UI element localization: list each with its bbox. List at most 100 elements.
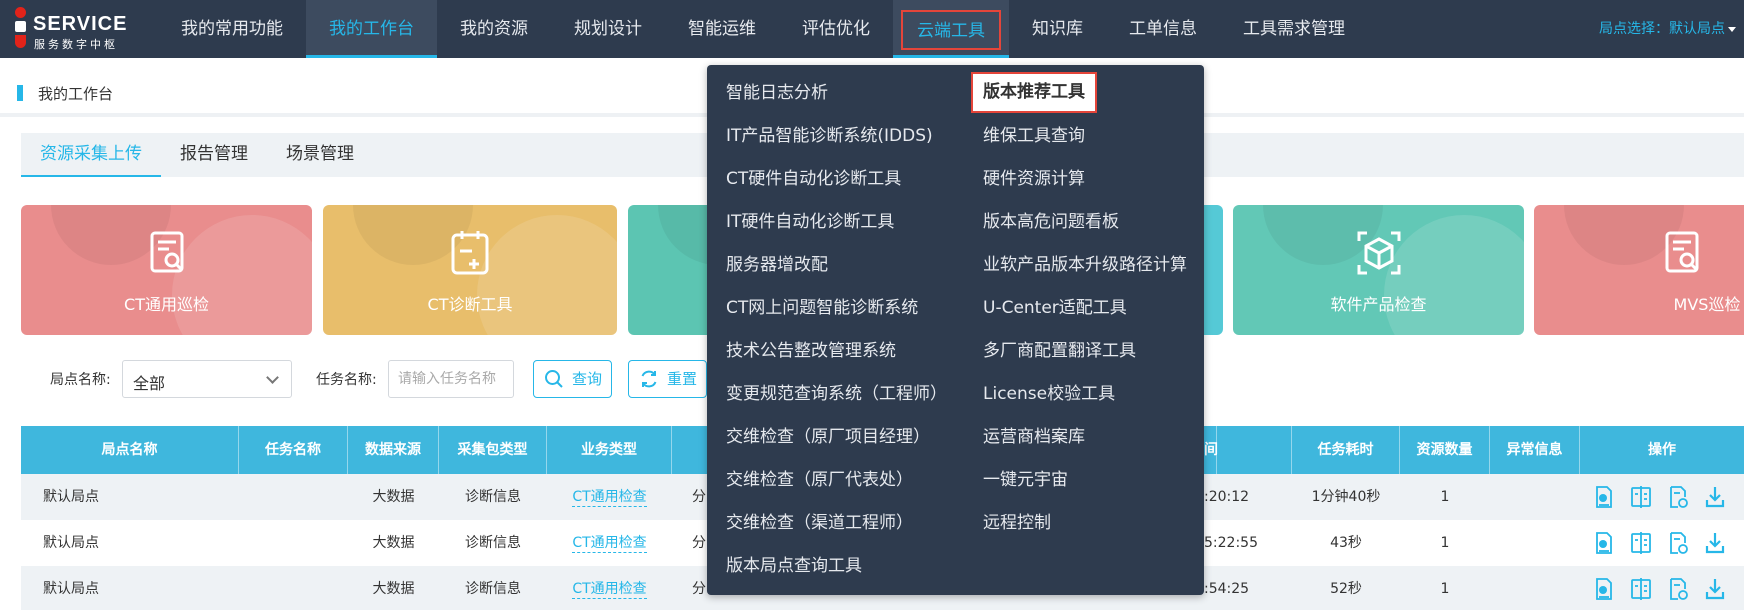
card-label: 软件产品检查 (1330, 295, 1427, 314)
logo-subtitle: 服务数字中枢 (34, 38, 118, 51)
cell-package: 诊断信息 (465, 535, 521, 551)
download-icon[interactable] (1704, 531, 1726, 555)
cell-count: 1 (1440, 581, 1450, 597)
cell-package: 诊断信息 (465, 581, 521, 597)
col-data-source[interactable]: 数据来源 (348, 426, 439, 474)
task-name-input[interactable] (388, 360, 514, 398)
page-title: 我的工作台 (38, 85, 114, 103)
menu-item-tech-bulletin[interactable]: 技术公告整改管理系统 (726, 339, 896, 363)
menu-item-version-site-query[interactable]: 版本局点查询工具 (726, 554, 862, 578)
col-resource-count[interactable]: 资源数量 (1400, 426, 1490, 474)
nav-item-tool-requests[interactable]: 工具需求管理 (1220, 0, 1368, 58)
nav-item-cloud-tools-label: 云端工具 (901, 10, 1001, 50)
menu-item-hw-resource-calc[interactable]: 硬件资源计算 (983, 167, 1085, 191)
menu-item-upgrade-path[interactable]: 业软产品版本升级路径计算 (983, 253, 1187, 277)
site-name-select[interactable]: 全部 (122, 360, 292, 398)
cell-time: :20:12 (1204, 489, 1250, 505)
col-task-name[interactable]: 任务名称 (239, 426, 348, 474)
reanalyze-icon[interactable] (1667, 485, 1689, 509)
cell-source: 大数据 (372, 489, 415, 505)
col-duration[interactable]: 任务耗时 (1292, 426, 1400, 474)
menu-item-license-check[interactable]: License校验工具 (983, 382, 1115, 406)
business-type-link[interactable]: CT通用检查 (572, 580, 647, 599)
main-nav: 我的常用功能 我的工作台 我的资源 规划设计 智能运维 评估优化 云端工具 知识… (158, 0, 1368, 58)
view-report-icon[interactable] (1593, 485, 1615, 509)
query-button[interactable]: 查询 (533, 360, 612, 398)
logo-mark-icon (14, 7, 27, 51)
cell-business: CT通用检查 (547, 520, 672, 566)
business-type-link[interactable]: CT通用检查 (572, 488, 647, 507)
menu-item-remote-control[interactable]: 远程控制 (983, 511, 1051, 535)
menu-item-handover-office[interactable]: 交维检查（原厂代表处） (726, 468, 913, 492)
clipboard-add-icon (451, 231, 489, 275)
reanalyze-icon[interactable] (1667, 531, 1689, 555)
download-icon[interactable] (1704, 577, 1726, 601)
menu-item-change-spec[interactable]: 变更规范查询系统（工程师） (726, 382, 947, 406)
nav-item-workbench[interactable]: 我的工作台 (306, 0, 437, 58)
col-package-type[interactable]: 采集包类型 (439, 426, 547, 474)
cell-source: 大数据 (372, 581, 415, 597)
download-icon[interactable] (1704, 485, 1726, 509)
tab-report-management[interactable]: 报告管理 (161, 133, 267, 177)
nav-item-knowledge[interactable]: 知识库 (1009, 0, 1106, 58)
nav-item-cloud-tools[interactable]: 云端工具 (893, 0, 1009, 58)
card-hidden-1[interactable] (628, 205, 708, 335)
menu-item-handover-channel[interactable]: 交维检查（渠道工程师） (726, 511, 913, 535)
cell-duration: 43秒 (1330, 535, 1362, 551)
cell-duration: 1分钟40秒 (1311, 489, 1381, 505)
card-hidden-2[interactable] (1204, 205, 1223, 335)
tab-resource-upload[interactable]: 资源采集上传 (21, 133, 161, 177)
menu-item-ct-online-diagnosis[interactable]: CT网上问题智能诊断系统 (726, 296, 918, 320)
cloud-tools-menu: 智能日志分析 IT产品智能诊断系统(IDDS) CT硬件自动化诊断工具 IT硬件… (707, 65, 1204, 595)
reset-button[interactable]: 重置 (628, 360, 707, 398)
menu-item-ct-hw-diagnosis[interactable]: CT硬件自动化诊断工具 (726, 167, 901, 191)
chevron-down-icon (266, 371, 279, 384)
menu-item-warranty-query[interactable]: 维保工具查询 (983, 124, 1085, 148)
nav-item-resources[interactable]: 我的资源 (437, 0, 551, 58)
site-select-label: 局点选择：默认局点 (1599, 21, 1725, 37)
business-type-link[interactable]: CT通用检查 (572, 534, 647, 553)
col-site-name[interactable]: 局点名称 (21, 426, 239, 474)
menu-item-multivendor-translate[interactable]: 多厂商配置翻译工具 (983, 339, 1136, 363)
compare-icon[interactable] (1630, 485, 1652, 509)
col-time[interactable]: 间 (1204, 426, 1292, 474)
tab-scene-management[interactable]: 场景管理 (267, 133, 373, 177)
menu-item-idds[interactable]: IT产品智能诊断系统(IDDS) (726, 124, 933, 148)
cell-site: 默认局点 (43, 535, 99, 551)
cell-package: 诊断信息 (465, 489, 521, 505)
nav-item-tickets[interactable]: 工单信息 (1106, 0, 1220, 58)
menu-item-high-risk-board[interactable]: 版本高危问题看板 (983, 210, 1119, 234)
nav-item-smart-ops[interactable]: 智能运维 (665, 0, 779, 58)
col-exception[interactable]: 异常信息 (1490, 426, 1580, 474)
service-logo[interactable]: SERVICE 服务数字中枢 (14, 7, 134, 51)
compare-icon[interactable] (1630, 577, 1652, 601)
breadcrumb-marker (17, 85, 23, 101)
row-actions (1593, 577, 1744, 601)
site-select[interactable]: 局点选择：默认局点 (1599, 0, 1736, 58)
menu-item-ucenter-adapt[interactable]: U-Center适配工具 (983, 296, 1127, 320)
menu-item-version-recommend[interactable]: 版本推荐工具 (971, 72, 1097, 113)
cell-count: 1 (1440, 535, 1450, 551)
menu-item-carrier-archive[interactable]: 运营商档案库 (983, 425, 1085, 449)
card-label: CT诊断工具 (427, 295, 513, 314)
card-ct-inspection[interactable]: CT通用巡检 (21, 205, 312, 335)
view-report-icon[interactable] (1593, 531, 1615, 555)
menu-item-server-config[interactable]: 服务器增改配 (726, 253, 828, 277)
cell-time: 5:22:55 (1204, 535, 1258, 551)
nav-item-planning[interactable]: 规划设计 (551, 0, 665, 58)
card-software-check[interactable]: 软件产品检查 (1233, 205, 1524, 335)
compare-icon[interactable] (1630, 531, 1652, 555)
menu-item-metaverse[interactable]: 一键元宇宙 (983, 468, 1068, 492)
menu-item-it-hw-diagnosis[interactable]: IT硬件自动化诊断工具 (726, 210, 894, 234)
col-business-type[interactable]: 业务类型 (547, 426, 672, 474)
view-report-icon[interactable] (1593, 577, 1615, 601)
cell-site: 默认局点 (43, 581, 99, 597)
reanalyze-icon[interactable] (1667, 577, 1689, 601)
menu-item-handover-pm[interactable]: 交维检查（原厂项目经理） (726, 425, 930, 449)
card-mvs-inspection[interactable]: MVS巡检 (1534, 205, 1744, 335)
card-ct-diagnosis[interactable]: CT诊断工具 (323, 205, 617, 335)
site-name-value: 全部 (133, 374, 166, 393)
nav-item-evaluation[interactable]: 评估优化 (779, 0, 893, 58)
menu-item-log-analysis[interactable]: 智能日志分析 (726, 81, 828, 105)
nav-item-common[interactable]: 我的常用功能 (158, 0, 306, 58)
